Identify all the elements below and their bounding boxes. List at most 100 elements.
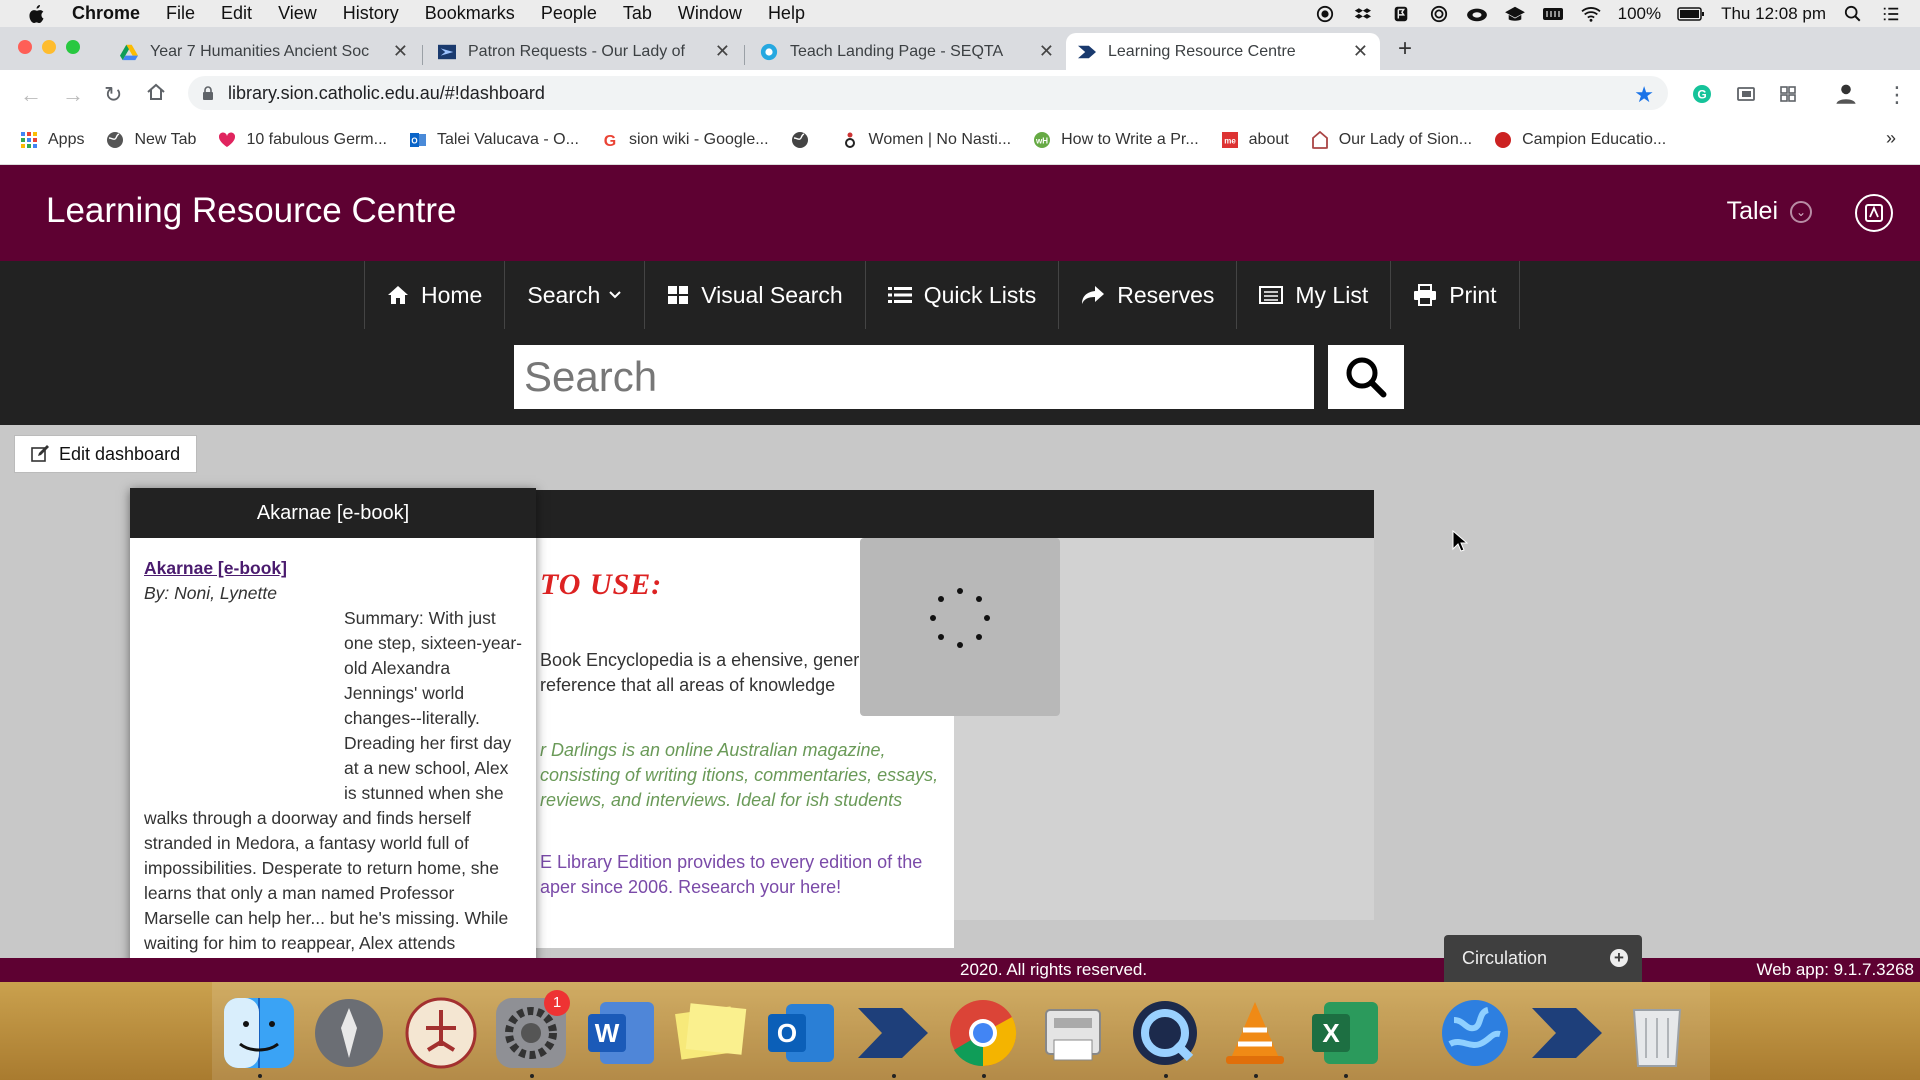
- search-button[interactable]: [1328, 345, 1404, 409]
- address-bar[interactable]: library.sion.catholic.edu.au/#!dashboard…: [188, 76, 1668, 110]
- graduation-cap-icon[interactable]: [1504, 5, 1526, 23]
- bookmark-our-lady-of-sion[interactable]: Our Lady of Sion...: [1311, 131, 1472, 149]
- bookmark-new-tab[interactable]: New Tab: [106, 131, 196, 149]
- outlook-icon[interactable]: O: [764, 996, 838, 1070]
- nav-print[interactable]: Print: [1391, 261, 1520, 329]
- chrome-menu-icon[interactable]: ⋮: [1886, 82, 1908, 108]
- library-app-icon[interactable]: [856, 996, 930, 1070]
- wikihow-icon: wH: [1034, 132, 1051, 148]
- school-app-icon[interactable]: [404, 996, 478, 1070]
- dropbox-icon[interactable]: [1352, 5, 1374, 23]
- menu-view[interactable]: View: [278, 3, 317, 24]
- home-icon[interactable]: [146, 82, 166, 102]
- menu-tab[interactable]: Tab: [623, 3, 652, 24]
- battery-icon[interactable]: [1677, 5, 1705, 23]
- vlc-icon[interactable]: [1218, 996, 1292, 1070]
- spotlight-search-icon[interactable]: [1842, 5, 1864, 23]
- clock[interactable]: Thu 12:08 pm: [1721, 4, 1826, 24]
- search-input[interactable]: [514, 345, 1314, 409]
- menu-edit[interactable]: Edit: [221, 3, 252, 24]
- plus-icon[interactable]: +: [1610, 949, 1628, 967]
- trash-icon[interactable]: [1620, 996, 1694, 1070]
- finder-icon[interactable]: [222, 996, 296, 1070]
- stickies-icon[interactable]: [674, 996, 748, 1070]
- tab-seqta[interactable]: Teach Landing Page - SEQTA ✕: [748, 33, 1066, 70]
- globe-icon: [107, 132, 124, 148]
- magazine-description[interactable]: r Darlings is an online Australian magaz…: [540, 738, 940, 813]
- lock-icon[interactable]: [202, 86, 214, 100]
- flag-icon[interactable]: [1390, 5, 1412, 23]
- close-tab-icon[interactable]: ✕: [1039, 41, 1054, 62]
- newspaper-description[interactable]: E Library Edition provides to every edit…: [540, 850, 940, 900]
- browser-toolbar: ← → ↻ library.sion.catholic.edu.au/#!das…: [0, 70, 1920, 116]
- notification-center-icon[interactable]: [1880, 5, 1902, 23]
- app-title[interactable]: Learning Resource Centre: [46, 191, 457, 231]
- nav-search[interactable]: Search: [505, 261, 646, 329]
- zoom-window-button[interactable]: [66, 40, 80, 54]
- bookmark-10-fabulous[interactable]: 10 fabulous Germ...: [218, 131, 387, 149]
- close-tab-icon[interactable]: ✕: [1353, 41, 1368, 62]
- nav-my-list[interactable]: My List: [1237, 261, 1392, 329]
- nav-visual-search[interactable]: Visual Search: [645, 261, 866, 329]
- reload-icon[interactable]: ↻: [104, 82, 122, 108]
- share-arrow-icon: [1082, 286, 1105, 304]
- profile-avatar-icon[interactable]: [1834, 81, 1858, 105]
- bookmark-star-icon[interactable]: ★: [1634, 82, 1654, 108]
- bookmark-sion-wiki[interactable]: G sion wiki - Google...: [601, 131, 769, 149]
- grammarly-icon[interactable]: G: [1692, 84, 1712, 104]
- bookmark-how-to-write[interactable]: wH How to Write a Pr...: [1033, 131, 1199, 149]
- macos-dock: W O X: [0, 982, 1920, 1080]
- dashboard: Edit dashboard TO USE: Book Encyclopedia…: [0, 425, 1920, 988]
- user-menu[interactable]: Talei ⌄: [1727, 197, 1812, 226]
- new-tab-button[interactable]: +: [1398, 35, 1412, 63]
- menu-window[interactable]: Window: [678, 3, 742, 24]
- close-tab-icon[interactable]: ✕: [393, 41, 408, 62]
- launchpad-icon[interactable]: [312, 996, 386, 1070]
- tab-strip: Year 7 Humanities Ancient Soc ✕ Patron R…: [0, 27, 1920, 70]
- excel-icon[interactable]: X: [1308, 996, 1382, 1070]
- back-icon[interactable]: ←: [20, 82, 42, 108]
- library-app-icon[interactable]: [1530, 996, 1604, 1070]
- apple-icon[interactable]: [24, 2, 48, 26]
- bookmarks-overflow-icon[interactable]: »: [1886, 128, 1896, 149]
- record-icon[interactable]: [1314, 5, 1336, 23]
- cast-icon[interactable]: [1736, 84, 1756, 104]
- extensions-grid-icon[interactable]: [1778, 84, 1798, 104]
- printer-app-icon[interactable]: [1036, 996, 1110, 1070]
- bookmark-outlook[interactable]: O Talei Valucava - O...: [409, 131, 579, 149]
- nav-home[interactable]: Home: [365, 261, 506, 329]
- bookmark-campion[interactable]: Campion Educatio...: [1494, 131, 1666, 149]
- circulation-widget[interactable]: Circulation +: [1444, 935, 1642, 982]
- bookmark-women-no-nasties[interactable]: Women | No Nasti...: [841, 131, 1011, 149]
- tab-learning-resource-centre[interactable]: Learning Resource Centre ✕: [1066, 33, 1380, 70]
- close-window-button[interactable]: [18, 40, 32, 54]
- tab-year7-humanities[interactable]: Year 7 Humanities Ancient Soc ✕: [108, 33, 420, 70]
- chrome-icon[interactable]: [946, 996, 1020, 1070]
- spiral-icon[interactable]: [1428, 5, 1450, 23]
- network-globe-icon[interactable]: [1438, 996, 1512, 1070]
- forward-icon[interactable]: →: [62, 82, 84, 108]
- menu-chrome[interactable]: Chrome: [72, 3, 140, 24]
- nav-reserves[interactable]: Reserves: [1059, 261, 1238, 329]
- nav-quick-lists[interactable]: Quick Lists: [866, 261, 1060, 329]
- book-title-link[interactable]: Akarnae [e-book]: [144, 556, 522, 581]
- accessibility-icon[interactable]: [1854, 193, 1894, 233]
- menu-help[interactable]: Help: [768, 3, 805, 24]
- word-icon[interactable]: W: [584, 996, 658, 1070]
- quicktime-icon[interactable]: [1128, 996, 1202, 1070]
- keyboard-icon[interactable]: [1542, 5, 1564, 23]
- svg-text:G: G: [1697, 88, 1706, 102]
- menu-people[interactable]: People: [541, 3, 597, 24]
- creative-cloud-icon[interactable]: [1466, 5, 1488, 23]
- close-tab-icon[interactable]: ✕: [715, 41, 730, 62]
- menu-bookmarks[interactable]: Bookmarks: [425, 3, 515, 24]
- bookmark-about[interactable]: me about: [1221, 131, 1289, 149]
- tab-patron-requests[interactable]: Patron Requests - Our Lady of ✕: [426, 33, 742, 70]
- bookmark-apps[interactable]: Apps: [20, 131, 84, 149]
- wifi-icon[interactable]: [1580, 5, 1602, 23]
- menu-file[interactable]: File: [166, 3, 195, 24]
- menu-history[interactable]: History: [343, 3, 399, 24]
- edit-dashboard-button[interactable]: Edit dashboard: [14, 435, 198, 473]
- minimize-window-button[interactable]: [42, 40, 56, 54]
- bookmark-globe[interactable]: [791, 131, 819, 149]
